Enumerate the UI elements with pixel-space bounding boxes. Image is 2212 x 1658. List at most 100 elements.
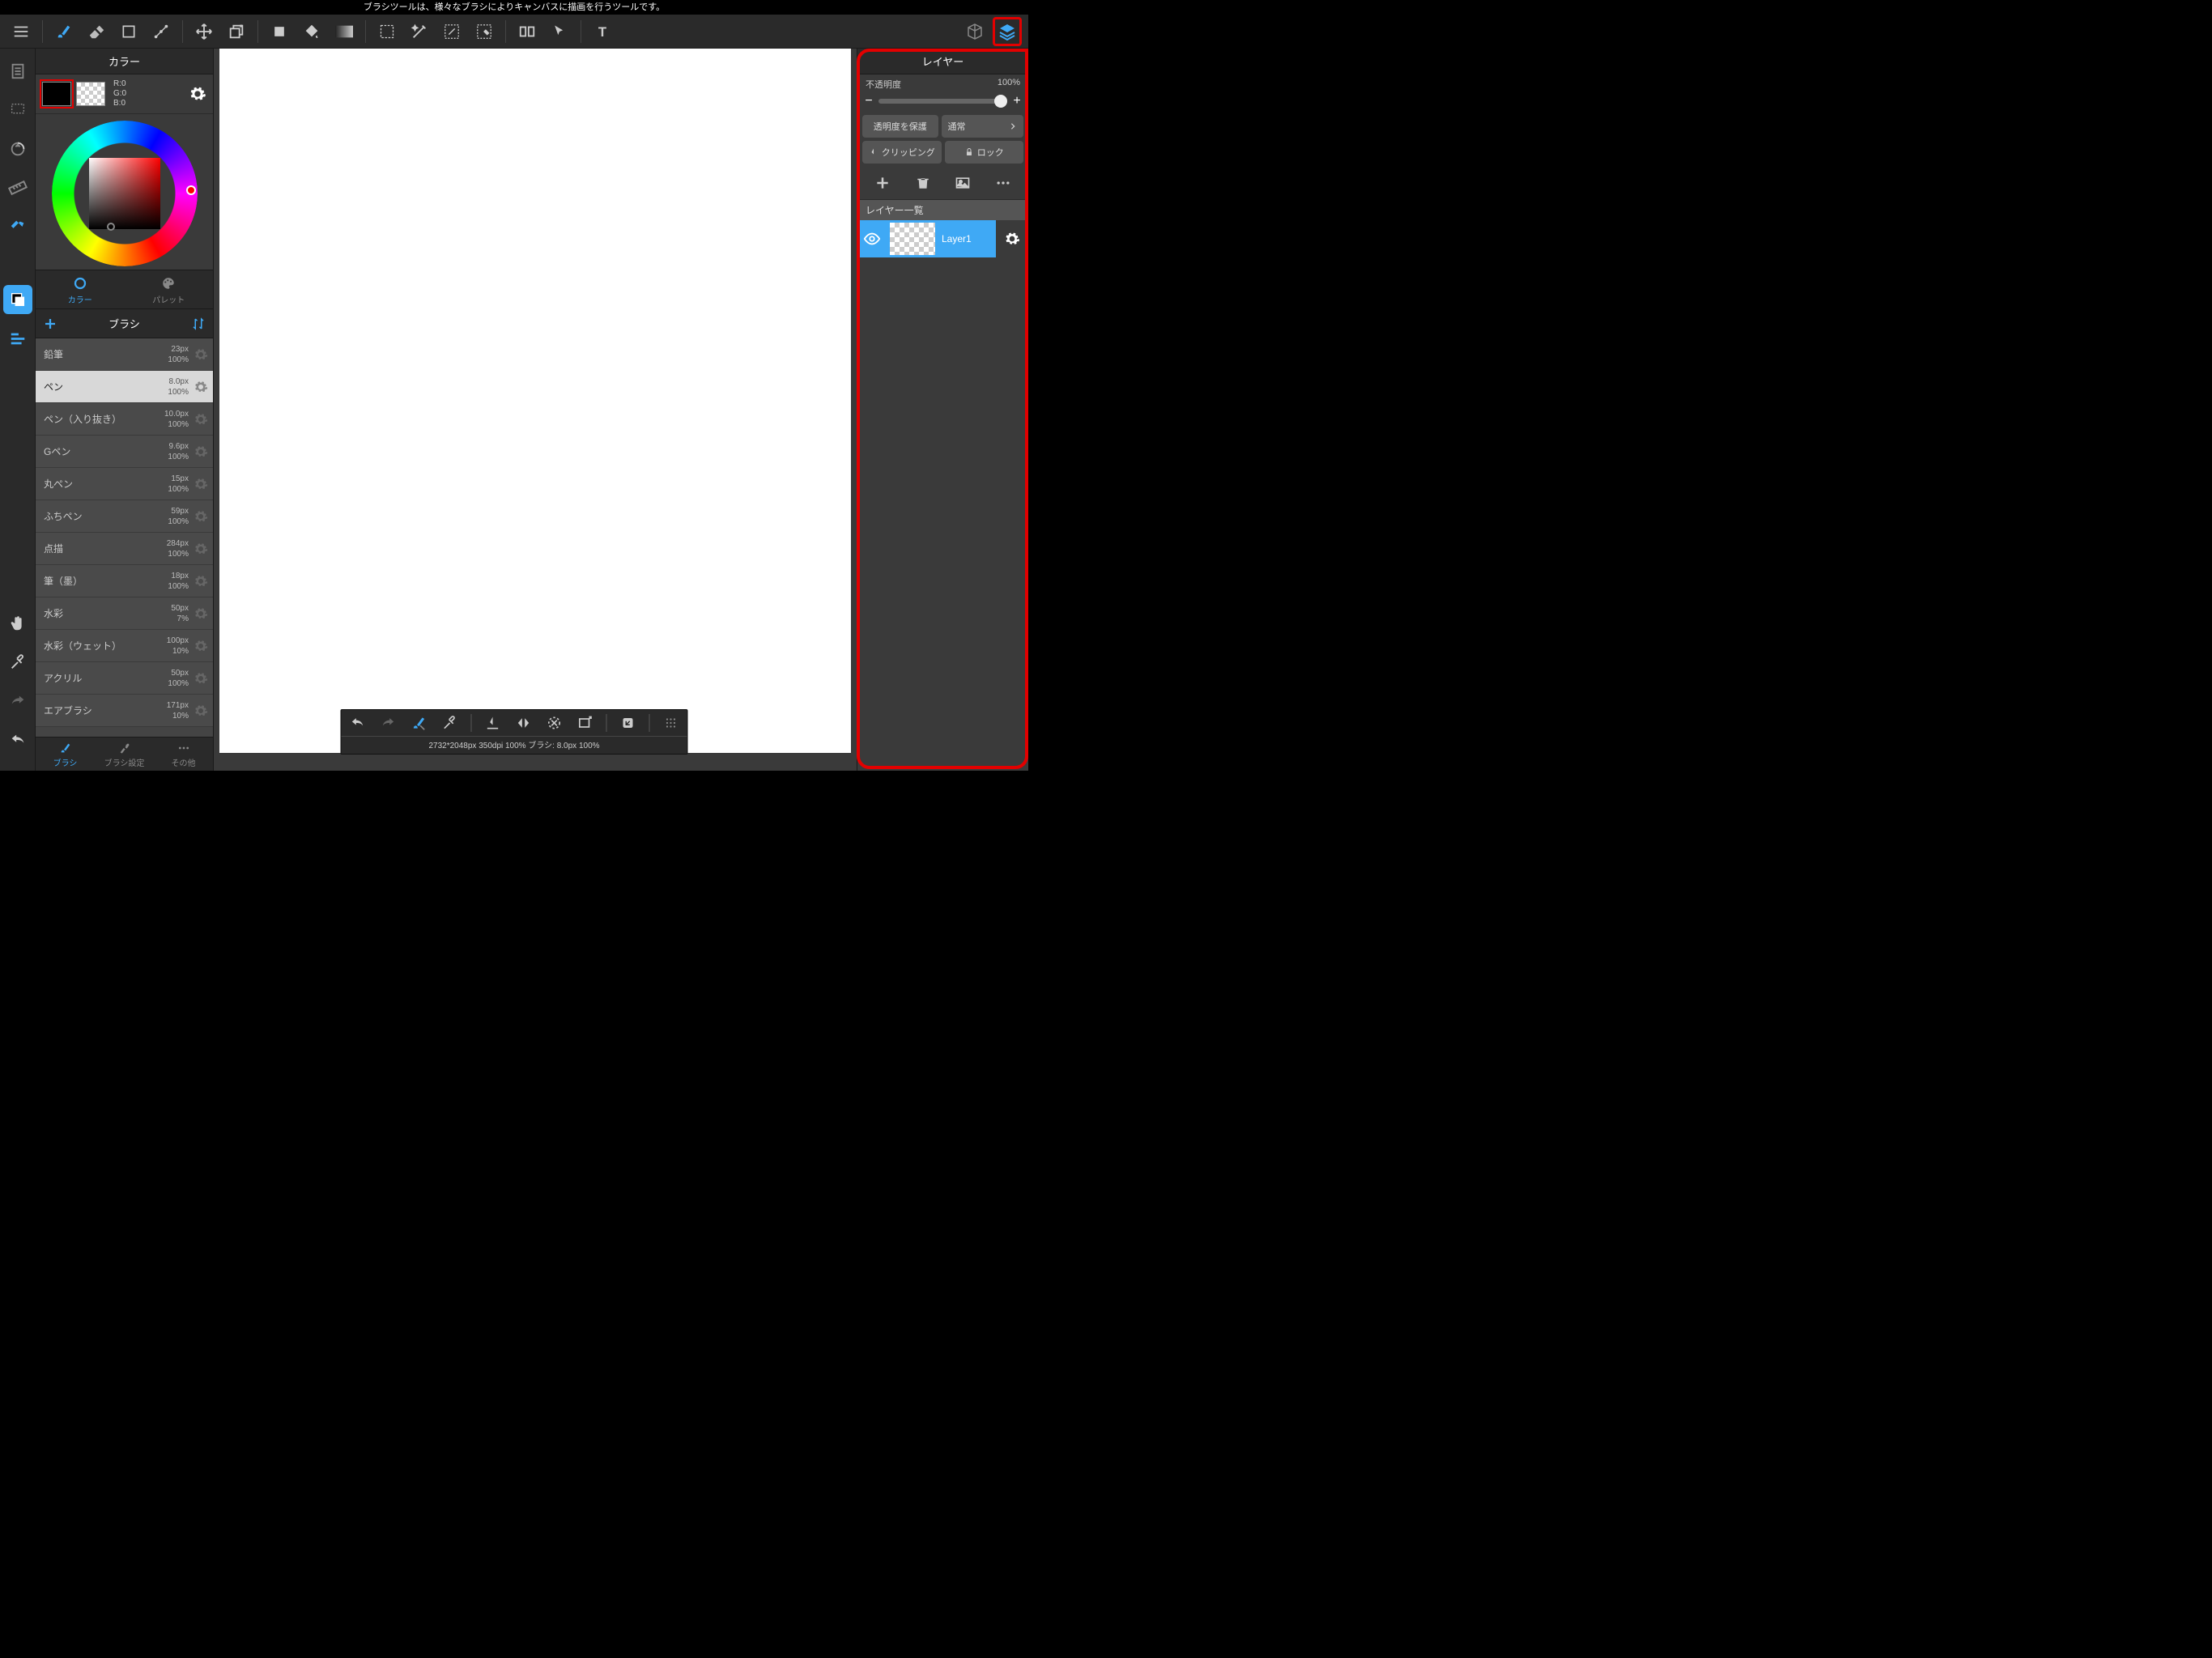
brush-gear-icon[interactable] — [194, 639, 208, 653]
brush-gear-icon[interactable] — [194, 574, 208, 589]
divide-tool[interactable] — [513, 17, 542, 46]
bucket-tool[interactable] — [265, 17, 294, 46]
brush-item[interactable]: 水彩50px7% — [36, 597, 213, 630]
brush-gear-icon[interactable] — [194, 542, 208, 556]
eyedropper-button[interactable] — [440, 713, 460, 733]
brush-item[interactable]: アクリル50px100% — [36, 662, 213, 695]
brush-gear-icon[interactable] — [194, 412, 208, 427]
add-layer-icon[interactable] — [871, 173, 894, 193]
blend-mode-button[interactable]: 通常 — [942, 115, 1024, 138]
brush-tool[interactable] — [49, 17, 79, 46]
layer-row[interactable]: Layer1 — [857, 220, 1028, 257]
plus-icon[interactable]: + — [1012, 94, 1022, 108]
layers-panel-toggle[interactable] — [993, 17, 1022, 46]
brush-item[interactable]: 筆（墨）18px100% — [36, 565, 213, 597]
brush-item[interactable]: 点描284px100% — [36, 533, 213, 565]
canvas-area[interactable] — [214, 49, 857, 771]
add-brush-icon[interactable] — [36, 317, 65, 331]
brush-header: ブラシ — [36, 308, 213, 338]
eyedropper-tool-icon[interactable] — [3, 648, 32, 677]
brush-values: 8.0px100% — [168, 376, 189, 397]
undo-button[interactable] — [348, 713, 368, 733]
flip-button[interactable] — [514, 713, 534, 733]
brush-item[interactable]: 丸ペン15px100% — [36, 468, 213, 500]
selection-options-icon[interactable] — [3, 96, 32, 125]
layer-panel-title: レイヤー — [857, 49, 1028, 74]
magic-wand-tool[interactable] — [405, 17, 434, 46]
delete-layer-icon[interactable] — [912, 173, 934, 193]
reset-view-button[interactable] — [576, 713, 595, 733]
brush-item[interactable]: エアブラシ171px10% — [36, 695, 213, 727]
redo-button[interactable] — [379, 713, 398, 733]
brush-tab-settings[interactable]: ブラシ設定 — [95, 738, 154, 771]
brush-panel-icon[interactable] — [3, 324, 32, 353]
brush-item[interactable]: 鉛筆23px100% — [36, 338, 213, 371]
brush-eraser-toggle[interactable] — [410, 713, 429, 733]
select-pen-tool[interactable] — [437, 17, 466, 46]
save-button[interactable] — [483, 713, 503, 733]
foreground-swatch[interactable] — [42, 82, 71, 106]
image-layer-icon[interactable] — [951, 173, 974, 193]
chevron-right-icon — [1009, 122, 1017, 130]
brush-item[interactable]: Gペン9.6px100% — [36, 436, 213, 468]
3d-icon[interactable] — [960, 17, 989, 46]
brush-tab-brush[interactable]: ブラシ — [36, 738, 95, 771]
shape-tool[interactable] — [114, 17, 143, 46]
transform-tool[interactable] — [222, 17, 251, 46]
bottom-toolbar: 2732*2048px 350dpi 100% ブラシ: 8.0px 100% — [341, 709, 688, 755]
rotate-reset-button[interactable] — [545, 713, 564, 733]
brush-item[interactable]: 水彩（ウェット）100px10% — [36, 630, 213, 662]
brush-gear-icon[interactable] — [194, 606, 208, 621]
brush-gear-icon[interactable] — [194, 444, 208, 459]
text-tool[interactable]: T — [588, 17, 617, 46]
color-tab-palette[interactable]: パレット — [125, 270, 214, 308]
color-tab-color[interactable]: カラー — [36, 270, 125, 308]
visibility-icon[interactable] — [857, 230, 887, 248]
brush-icon — [36, 741, 95, 755]
stabilizer-icon[interactable] — [3, 134, 32, 164]
select-rect-tool[interactable] — [372, 17, 402, 46]
color-panel-icon[interactable] — [3, 285, 32, 314]
brush-item[interactable]: ペン8.0px100% — [36, 371, 213, 403]
brush-gear-icon[interactable] — [194, 671, 208, 686]
pointer-tool[interactable] — [545, 17, 574, 46]
fullscreen-button[interactable] — [619, 713, 638, 733]
brush-gear-icon[interactable] — [194, 380, 208, 394]
brush-item[interactable]: ペン（入り抜き）10.0px100% — [36, 403, 213, 436]
dot-tool[interactable] — [147, 17, 176, 46]
brush-tab-other[interactable]: その他 — [154, 738, 213, 771]
brush-values: 59px100% — [168, 506, 189, 527]
sort-brush-icon[interactable] — [184, 317, 213, 331]
brush-values: 23px100% — [168, 344, 189, 365]
color-wheel[interactable] — [36, 114, 213, 270]
undo-icon[interactable] — [3, 725, 32, 755]
hand-tool-icon[interactable] — [3, 609, 32, 638]
grid-button[interactable] — [661, 713, 681, 733]
more-layer-icon[interactable] — [992, 173, 1015, 193]
redo-icon[interactable] — [3, 687, 32, 716]
color-settings-gear-icon[interactable] — [189, 85, 206, 103]
eraser-tool[interactable] — [82, 17, 111, 46]
gradient-tool[interactable] — [330, 17, 359, 46]
brush-list[interactable]: 鉛筆23px100%ペン8.0px100%ペン（入り抜き）10.0px100%G… — [36, 338, 213, 737]
brush-gear-icon[interactable] — [194, 477, 208, 491]
document-icon[interactable] — [3, 57, 32, 86]
brush-gear-icon[interactable] — [194, 509, 208, 524]
background-swatch[interactable] — [76, 82, 105, 106]
lock-button[interactable]: ロック — [945, 141, 1024, 164]
move-tool[interactable] — [189, 17, 219, 46]
opacity-slider[interactable]: − + — [857, 92, 1028, 115]
minus-icon[interactable]: − — [864, 94, 874, 108]
fill-bucket-tool[interactable] — [297, 17, 326, 46]
clipping-button[interactable]: クリッピング — [862, 141, 942, 164]
select-erase-tool[interactable] — [470, 17, 499, 46]
ruler-icon[interactable] — [3, 173, 32, 202]
layer-settings-icon[interactable] — [996, 220, 1028, 257]
protect-alpha-button[interactable]: 透明度を保護 — [862, 115, 938, 138]
brush-gear-icon[interactable] — [194, 704, 208, 718]
canvas[interactable] — [219, 49, 851, 753]
menu-button[interactable] — [6, 17, 36, 46]
brush-item[interactable]: ふちペン59px100% — [36, 500, 213, 533]
brush-gear-icon[interactable] — [194, 347, 208, 362]
material-icon[interactable] — [3, 212, 32, 241]
